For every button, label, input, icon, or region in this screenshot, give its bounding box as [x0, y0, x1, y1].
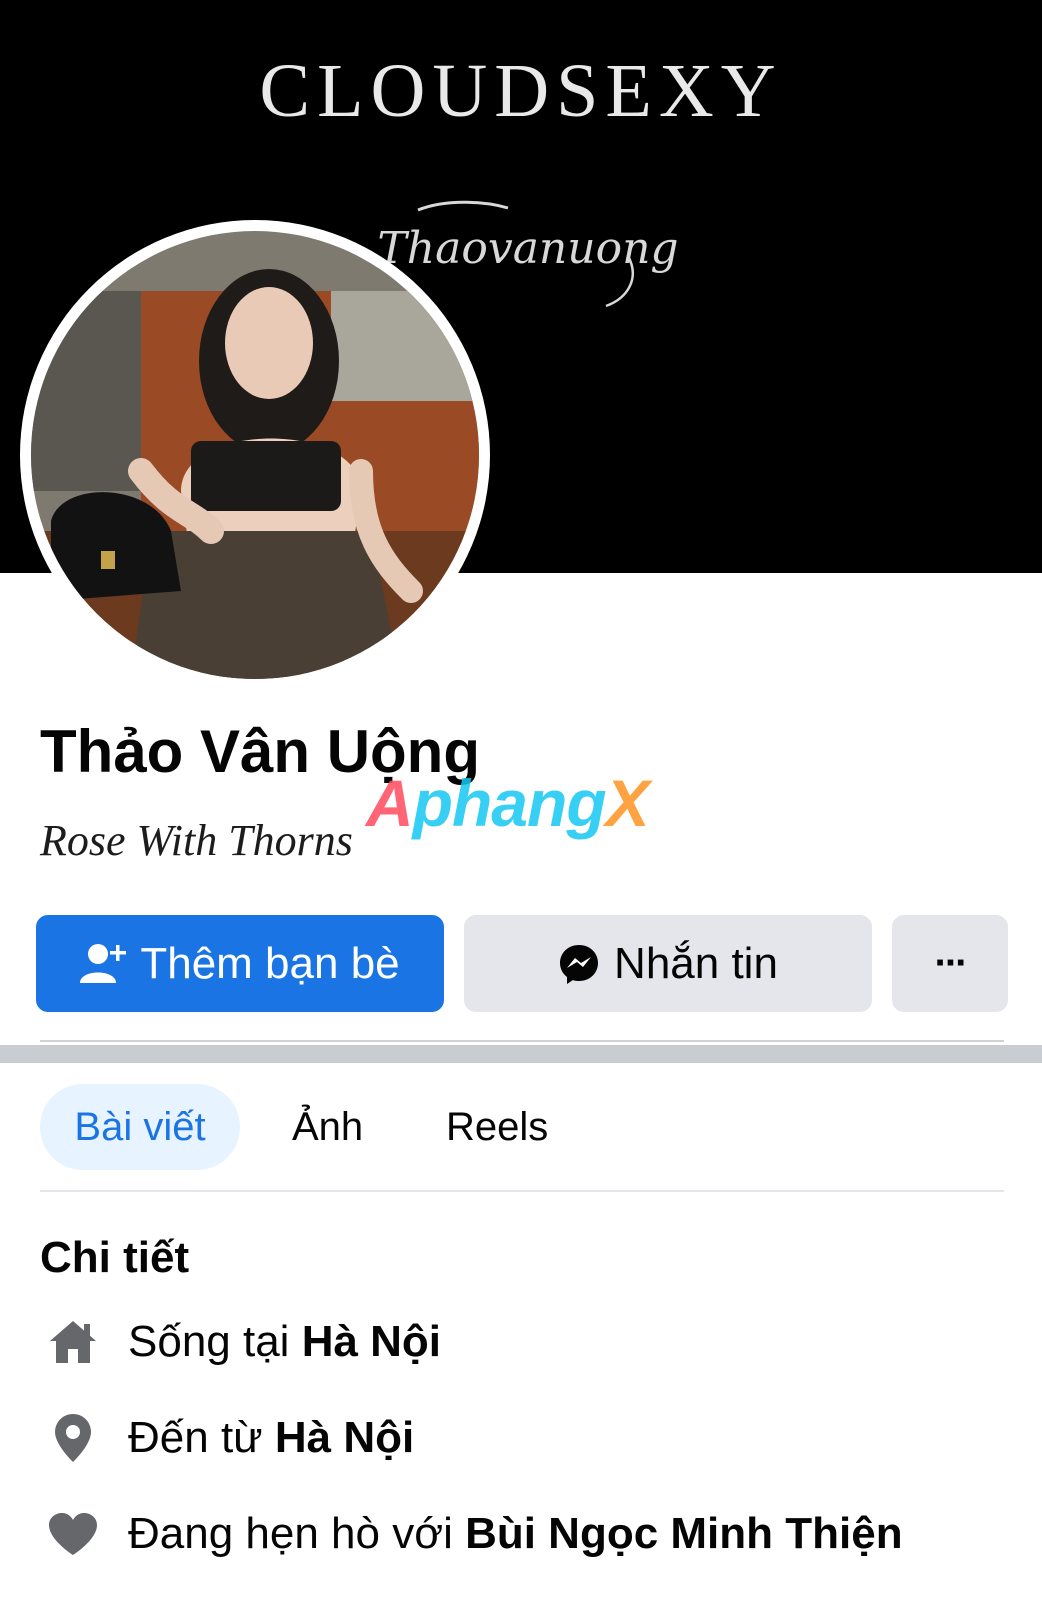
watermark-part-a: A [366, 766, 414, 840]
divider [40, 1040, 1004, 1042]
location-pin-icon [46, 1411, 100, 1465]
heart-icon [46, 1507, 100, 1561]
more-options-button[interactable]: ··· [892, 915, 1008, 1012]
tabs-divider [40, 1190, 1004, 1192]
cover-brand-text: CLOUDSEXY [259, 49, 783, 133]
section-separator [0, 1045, 1042, 1063]
tab-reels-label: Reels [446, 1104, 549, 1149]
profile-avatar[interactable] [20, 220, 490, 690]
add-person-icon [80, 943, 127, 983]
detail-from-link[interactable]: Hà Nội [275, 1413, 414, 1463]
detail-from-prefix: Đến từ [128, 1413, 275, 1462]
detail-relationship-link[interactable]: Bùi Ngọc Minh Thiện [465, 1509, 903, 1559]
watermark-part-c: X [605, 766, 650, 840]
home-icon [46, 1315, 100, 1369]
tab-reels[interactable]: Reels [446, 1084, 548, 1170]
detail-lives-in-prefix: Sống tại [128, 1317, 302, 1366]
watermark-logo: AphangX [366, 765, 650, 841]
detail-lives-in: Sống tại Hà Nội [46, 1312, 441, 1372]
message-button[interactable]: Nhắn tin [464, 915, 872, 1012]
messenger-icon [560, 944, 599, 984]
avatar-photo [31, 231, 479, 679]
detail-relationship: Đang hẹn hò với Bùi Ngọc Minh Thiện [46, 1504, 903, 1564]
profile-bio: Rose With Thorns [40, 816, 353, 865]
tab-posts[interactable]: Bài viết [40, 1084, 240, 1170]
detail-from: Đến từ Hà Nội [46, 1408, 414, 1468]
detail-relationship-prefix: Đang hẹn hò với [128, 1509, 466, 1558]
tab-posts-label: Bài viết [74, 1104, 206, 1149]
detail-lives-in-link[interactable]: Hà Nội [302, 1317, 441, 1367]
message-label: Nhắn tin [614, 938, 778, 988]
tab-photos[interactable]: Ảnh [292, 1084, 363, 1170]
watermark-part-b: phang [412, 766, 607, 840]
add-friend-button[interactable]: Thêm bạn bè [36, 915, 444, 1012]
add-friend-label: Thêm bạn bè [140, 938, 400, 988]
more-dots-icon: ··· [934, 941, 969, 985]
details-title: Chi tiết [40, 1233, 190, 1282]
tab-photos-label: Ảnh [292, 1104, 364, 1149]
